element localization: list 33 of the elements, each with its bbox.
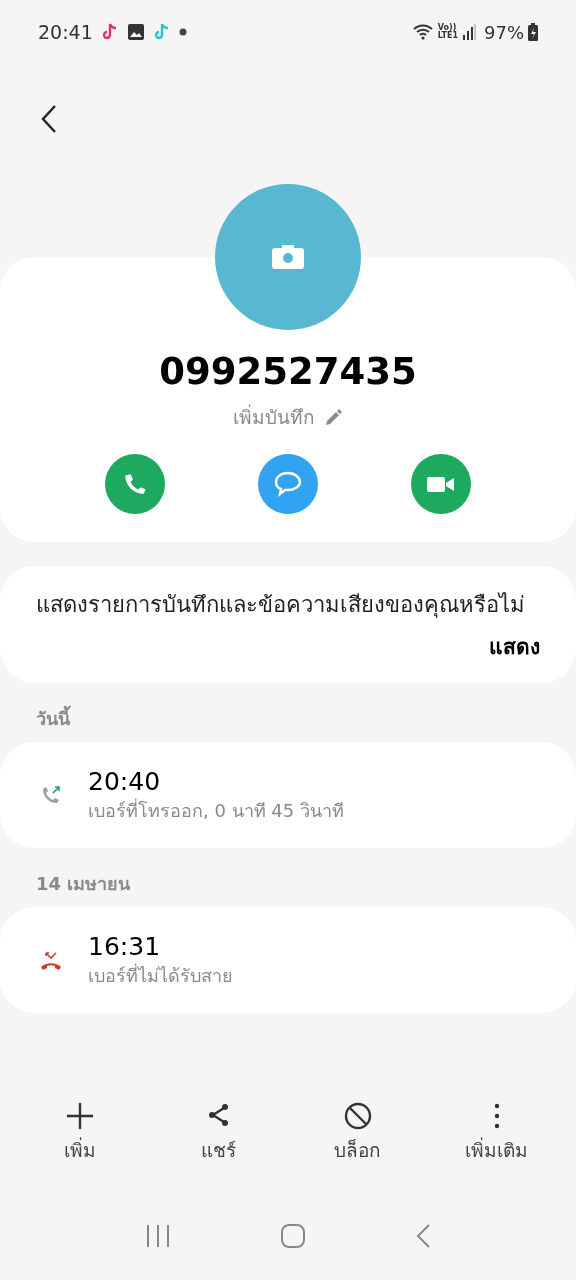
call-log-entry[interactable]: 20:40 เบอร์ที่โทรออก, 0 นาที 45 วินาที <box>0 742 576 849</box>
network-label: LTE1 <box>437 32 458 40</box>
phone-number: 0992527435 <box>159 349 417 395</box>
more-action[interactable]: เพิ่มเติม <box>436 1099 557 1164</box>
chat-bubble-icon <box>273 469 303 498</box>
recent-apps-button[interactable] <box>144 1224 171 1248</box>
call-detail: เบอร์ที่ไม่ได้รับสาย <box>88 962 233 989</box>
dot-icon <box>178 28 187 36</box>
show-button[interactable]: แสดง <box>489 631 540 664</box>
camera-icon <box>272 245 304 269</box>
music-note-icon <box>152 22 171 42</box>
call-detail: เบอร์ที่โทรออก, 0 นาที 45 วินาที <box>88 797 344 824</box>
block-action[interactable]: บล็อก <box>297 1099 418 1164</box>
music-note-icon <box>100 22 119 42</box>
call-time: 16:31 <box>88 931 162 963</box>
date-header: วันนี้ <box>0 683 576 743</box>
add-action[interactable]: เพิ่ม <box>19 1099 140 1164</box>
call-log-entry[interactable]: 16:31 เบอร์ที่ไม่ได้รับสาย <box>0 907 576 1014</box>
back-nav-button[interactable] <box>415 1223 432 1249</box>
call-time: 20:40 <box>88 766 162 798</box>
signal-icon <box>462 24 476 40</box>
prompt-message: แสดงรายการบันทึกและข้อความเสียงของคุณหรือไม่ <box>36 590 526 620</box>
battery-percent: 97% <box>484 20 524 45</box>
image-icon <box>126 23 145 41</box>
status-time: 20:41 <box>38 19 93 45</box>
home-button[interactable] <box>280 1223 306 1249</box>
date-header: 14 เมษายน <box>35 872 132 897</box>
pencil-icon <box>323 407 343 428</box>
wifi-icon <box>411 23 434 41</box>
share-action[interactable]: แชร์ <box>158 1099 279 1164</box>
add-note-link[interactable]: เพิ่มบันทึก <box>233 403 343 432</box>
battery-icon <box>528 23 538 41</box>
volte-label: Vo)) <box>437 24 457 32</box>
